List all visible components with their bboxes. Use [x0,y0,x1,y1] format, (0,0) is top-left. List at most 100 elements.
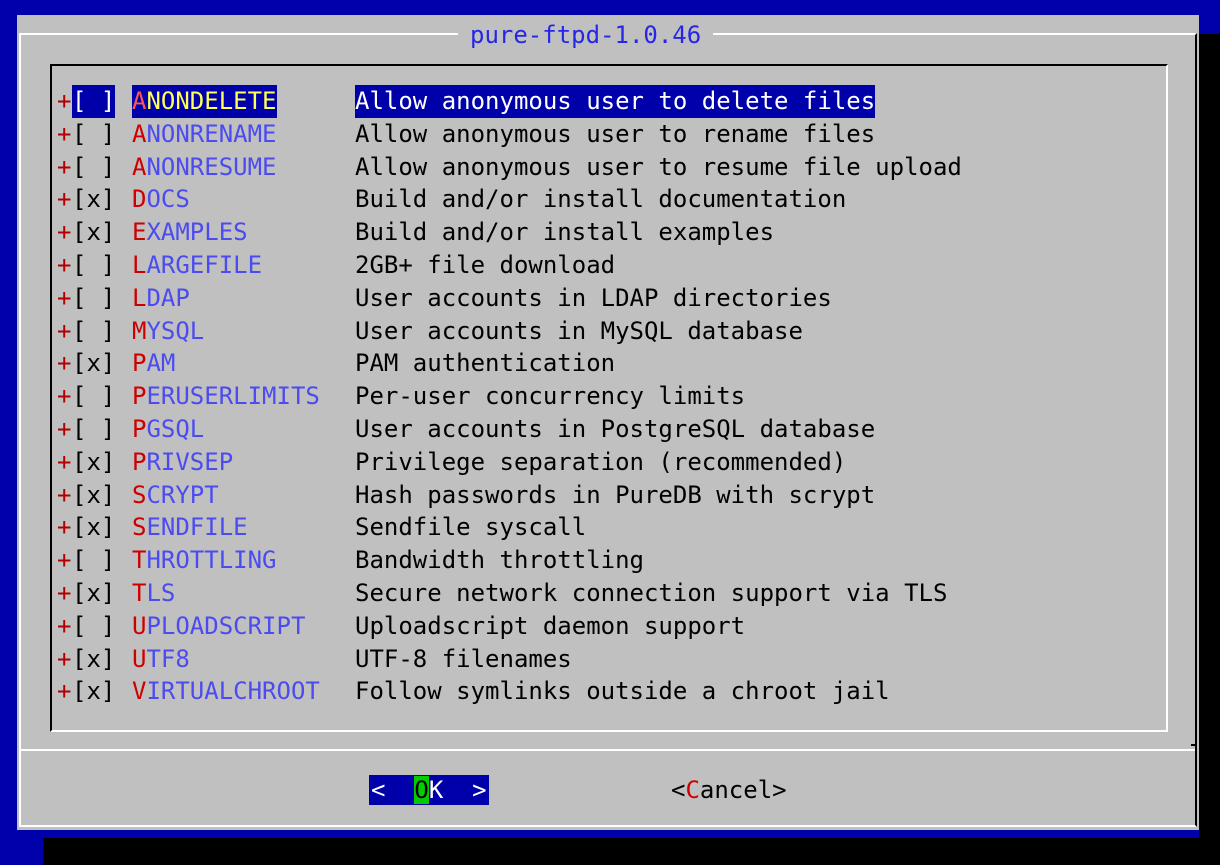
option-description: User accounts in LDAP directories [355,283,832,312]
option-checkbox[interactable]: [x] [72,643,115,676]
option-marker: + [57,578,72,607]
option-checkbox[interactable]: [ ] [72,85,116,118]
option-marker: + [57,119,72,148]
option-description: Per-user concurrency limits [355,382,746,411]
option-description: User accounts in PostgreSQL database [355,414,876,443]
option-marker: + [57,513,72,542]
ok-button-left: < [371,776,415,804]
option-name: LDAP [132,282,190,315]
option-name: PRIVSEP [132,446,233,479]
dialog-shadow [1199,34,1220,865]
option-checkbox[interactable]: [ ] [72,118,115,151]
option-name-rest: GSQL [146,414,205,443]
option-name-rest: NONRESUME [146,152,277,181]
option-checkbox[interactable]: [x] [72,347,115,380]
option-marker: + [57,218,72,247]
option-name-rest: RIVSEP [146,447,234,476]
option-description: Allow anonymous user to delete files [355,85,876,118]
option-hotkey: P [132,349,147,378]
option-marker: + [57,185,72,214]
option-name: LARGEFILE [132,249,262,282]
option-name: ANONRENAME [132,118,277,151]
option-marker: + [57,250,72,279]
option-checkbox[interactable]: [ ] [72,380,115,413]
option-name-rest: LS [146,578,176,607]
option-description: Uploadscript daemon support [355,611,746,640]
option-description: Allow anonymous user to resume file uplo… [355,152,962,181]
cancel-button-hotkey: C [685,776,700,804]
option-name-rest: YSQL [146,316,205,345]
option-checkbox[interactable]: [x] [72,511,115,544]
ok-button-right: K > [428,776,487,804]
terminal-background-bottom [43,838,1220,865]
option-marker: + [57,480,72,509]
option-description: PAM authentication [355,349,616,378]
option-name: PGSQL [132,413,204,446]
option-hotkey: T [132,546,147,575]
option-name: ANONDELETE [132,85,277,118]
option-description: Bandwidth throttling [355,546,644,575]
option-description: Sendfile syscall [355,513,587,542]
option-marker: + [57,152,72,181]
option-description: Allow anonymous user to rename files [355,119,876,148]
option-name: PAM [132,347,175,380]
option-name-rest: NONDELETE [146,87,277,115]
option-checkbox[interactable]: [ ] [72,315,115,348]
option-checkbox[interactable]: [x] [72,446,115,479]
option-name-rest: PLOADSCRIPT [146,611,306,640]
option-name-rest: CRYPT [146,480,219,509]
option-description: Build and/or install examples [355,218,775,247]
option-checkbox[interactable]: [x] [72,479,115,512]
option-checkbox[interactable]: [ ] [72,413,115,446]
option-hotkey: V [132,677,147,706]
option-name: TLS [132,577,175,610]
option-checkbox[interactable]: [ ] [72,544,115,577]
option-name: UTF8 [132,643,190,676]
ok-button-hotkey: O [414,776,429,804]
option-checkbox[interactable]: [x] [72,216,115,249]
option-description: Follow symlinks outside a chroot jail [355,677,890,706]
option-name: EXAMPLES [132,216,248,249]
option-checkbox[interactable]: [x] [72,577,115,610]
option-checkbox[interactable]: [x] [72,675,115,708]
option-hotkey: L [132,250,147,279]
option-name: SCRYPT [132,479,219,512]
options-dialog: pure-ftpd-1.0.46 +[ ] ANONDELETE Allow ano… [17,15,1199,830]
option-checkbox[interactable]: [x] [72,183,115,216]
dialog-title: pure-ftpd-1.0.46 [458,18,714,52]
option-hotkey: P [132,414,147,443]
option-marker: + [57,677,72,706]
cancel-button-left: < [671,776,686,804]
option-marker: + [57,382,72,411]
option-hotkey: P [132,447,147,476]
option-hotkey: A [132,152,147,181]
option-checkbox[interactable]: [ ] [72,610,115,643]
option-name-rest: DAP [146,283,190,312]
separator-corner [1191,744,1197,746]
option-checkbox[interactable]: [ ] [72,249,115,282]
option-name-rest: ENDFILE [146,513,248,542]
option-description: Privilege separation (recommended) [355,447,847,476]
option-name-rest: TF8 [146,644,190,673]
option-name: SENDFILE [132,511,248,544]
option-description: Hash passwords in PureDB with scrypt [355,480,876,509]
option-marker: + [57,283,72,312]
option-name: THROTTLING [132,544,277,577]
option-hotkey: S [132,480,147,509]
option-hotkey: T [132,578,147,607]
option-description: Build and/or install documentation [355,185,847,214]
option-name-rest: NONRENAME [146,119,277,148]
option-name-rest: OCS [146,185,190,214]
ok-button[interactable]: < OK > [369,775,489,805]
option-checkbox[interactable]: [ ] [72,151,115,184]
cancel-button[interactable]: <Cancel> [671,775,787,805]
option-marker: + [57,316,72,345]
option-description: UTF-8 filenames [355,644,572,673]
cancel-button-right: ancel> [699,776,787,804]
option-checkbox[interactable]: [ ] [72,282,115,315]
option-name-rest: IRTUALCHROOT [146,677,320,706]
option-marker: + [57,349,72,378]
option-name: ANONRESUME [132,151,277,184]
option-hotkey: L [132,283,147,312]
option-hotkey: D [132,185,147,214]
